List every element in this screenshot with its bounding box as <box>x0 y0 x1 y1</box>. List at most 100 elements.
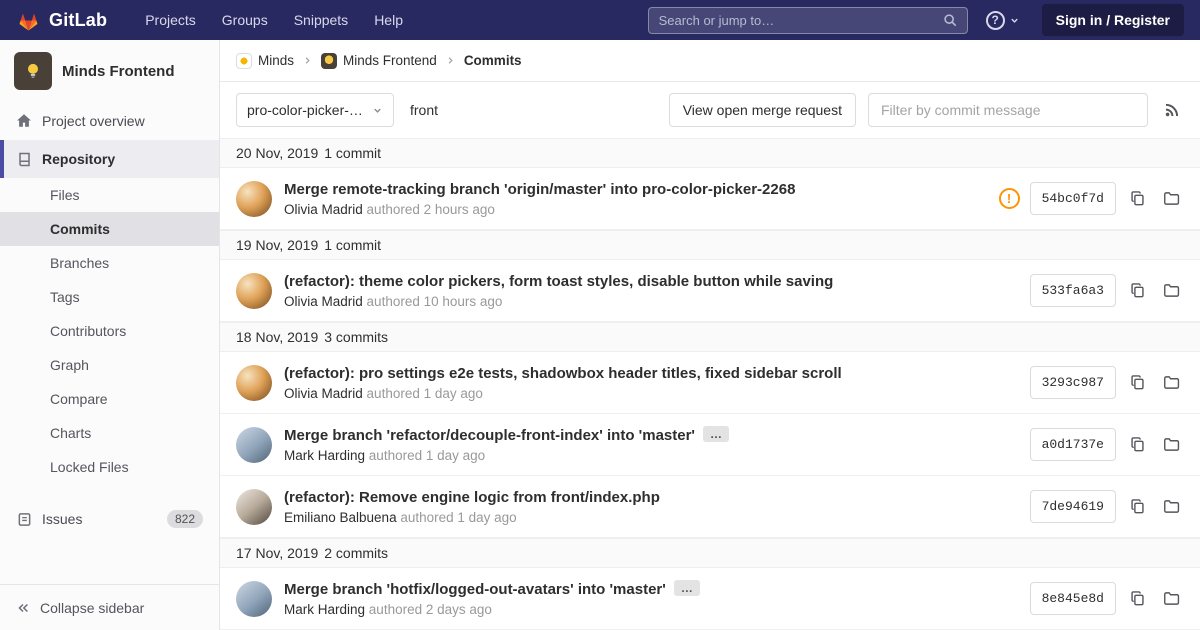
sidebar-item-files[interactable]: Files <box>0 178 219 212</box>
commit-title-link[interactable]: (refactor): Remove engine logic from fro… <box>284 489 660 506</box>
commit-author-link[interactable]: Mark Harding <box>284 602 365 617</box>
commit-count-label: 1 commit <box>324 145 382 161</box>
chevron-down-icon <box>372 105 383 116</box>
chevron-down-icon <box>1009 15 1020 26</box>
navbar-menu: Projects Groups Snippets Help <box>145 12 403 28</box>
commit-author-link[interactable]: Olivia Madrid <box>284 202 363 217</box>
commit-sha-link[interactable]: 533fa6a3 <box>1029 274 1116 307</box>
main-content: Minds Minds Frontend Commits pro-color-p… <box>220 40 1200 630</box>
sidebar-item-issues[interactable]: Issues 822 <box>0 500 219 538</box>
collapse-label: Collapse sidebar <box>40 599 145 616</box>
copy-sha-button[interactable] <box>1126 371 1149 394</box>
commit-info: (refactor): Remove engine logic from fro… <box>284 489 1018 525</box>
commit-list: 20 Nov, 2019 1 commit Merge remote-track… <box>220 138 1200 630</box>
nav-help[interactable]: Help <box>374 12 403 28</box>
user-avatar[interactable] <box>236 180 272 217</box>
sidebar-item-compare[interactable]: Compare <box>0 382 219 416</box>
gitlab-logo[interactable]: GitLab <box>16 8 107 32</box>
expand-commit-description-button[interactable]: … <box>703 426 729 442</box>
user-avatar[interactable] <box>236 580 272 617</box>
user-avatar[interactable] <box>236 272 272 309</box>
copy-sha-button[interactable] <box>1126 279 1149 302</box>
gitlab-commits-page: GitLab Projects Groups Snippets Help ? S… <box>0 0 1200 630</box>
commit-title-link[interactable]: Merge branch 'hotfix/logged-out-avatars'… <box>284 581 666 598</box>
browse-files-button[interactable] <box>1159 187 1184 210</box>
browse-files-button[interactable] <box>1159 587 1184 610</box>
sidebar-item-graph[interactable]: Graph <box>0 348 219 382</box>
user-avatar[interactable] <box>236 488 272 525</box>
browse-files-button[interactable] <box>1159 279 1184 302</box>
project-avatar-icon <box>321 52 338 69</box>
commit-count-label: 3 commits <box>324 329 389 345</box>
commit-title-link[interactable]: Merge branch 'refactor/decouple-front-in… <box>284 427 695 444</box>
subnav-label: Charts <box>50 425 92 441</box>
commit-author-link[interactable]: Mark Harding <box>284 448 365 463</box>
commit-authored-time: authored 1 day ago <box>400 509 517 525</box>
copy-sha-button[interactable] <box>1126 187 1149 210</box>
user-avatar[interactable] <box>236 364 272 401</box>
commit-sha-link[interactable]: 3293c987 <box>1029 366 1116 399</box>
global-search <box>647 6 968 34</box>
sign-in-register-button[interactable]: Sign in / Register <box>1041 4 1184 36</box>
commit-sha-link[interactable]: 54bc0f7d <box>1029 182 1116 215</box>
help-icon: ? <box>985 10 1005 30</box>
view-open-merge-request-button[interactable]: View open merge request <box>668 93 856 127</box>
sidebar-project-name: Minds Frontend <box>62 62 175 80</box>
commit-actions: 7de94619 <box>1029 490 1184 523</box>
sidebar-item-repository[interactable]: Repository <box>0 140 219 178</box>
breadcrumb-project[interactable]: Minds Frontend <box>321 52 437 69</box>
chevron-right-icon <box>445 55 456 66</box>
nav-projects[interactable]: Projects <box>145 12 196 28</box>
issues-icon <box>16 512 32 527</box>
repository-subnav: Files Commits Branches Tags Contributors… <box>0 178 219 484</box>
commit-author-link[interactable]: Olivia Madrid <box>284 294 363 309</box>
search-input[interactable] <box>658 12 943 28</box>
date-label: 17 Nov, 2019 <box>236 545 319 561</box>
nav-snippets[interactable]: Snippets <box>294 12 348 28</box>
commit-author-link[interactable]: Olivia Madrid <box>284 386 363 401</box>
branch-selector-value: pro-color-picker-… <box>247 102 363 118</box>
expand-commit-description-button[interactable]: … <box>673 580 700 596</box>
sidebar-item-branches[interactable]: Branches <box>0 246 219 280</box>
rss-feed-button[interactable] <box>1160 98 1184 122</box>
ci-status-warning-icon[interactable]: ! <box>998 188 1020 209</box>
commit-sha-link[interactable]: a0d1737e <box>1029 428 1116 461</box>
copy-sha-button[interactable] <box>1126 433 1149 456</box>
sidebar-item-commits[interactable]: Commits <box>0 212 219 246</box>
sidebar-item-project-overview[interactable]: Project overview <box>0 102 219 140</box>
commit-info: Merge branch 'hotfix/logged-out-avatars'… <box>284 580 1018 617</box>
commit-author-link[interactable]: Emiliano Balbuena <box>284 510 397 525</box>
user-avatar[interactable] <box>236 426 272 463</box>
sidebar-item-tags[interactable]: Tags <box>0 280 219 314</box>
search-icon <box>943 13 957 27</box>
commit-filter-input[interactable] <box>868 93 1148 127</box>
sidebar-project[interactable]: Minds Frontend <box>0 40 219 102</box>
branch-selector-dropdown[interactable]: pro-color-picker-… <box>236 93 394 127</box>
date-label: 18 Nov, 2019 <box>236 329 319 345</box>
commit-sha-link[interactable]: 7de94619 <box>1029 490 1116 523</box>
project-sidebar: Minds Frontend Project overview Reposito… <box>0 40 220 630</box>
sidebar-item-locked-files[interactable]: Locked Files <box>0 450 219 484</box>
sidebar-item-charts[interactable]: Charts <box>0 416 219 450</box>
subnav-label: Compare <box>50 391 108 407</box>
sidebar-item-contributors[interactable]: Contributors <box>0 314 219 348</box>
browse-files-button[interactable] <box>1159 433 1184 456</box>
commit-row: (refactor): theme color pickers, form to… <box>220 260 1200 322</box>
browse-files-button[interactable] <box>1159 371 1184 394</box>
ref-path-label: front <box>410 102 439 118</box>
commits-controls: pro-color-picker-… front View open merge… <box>220 82 1200 138</box>
copy-sha-button[interactable] <box>1126 495 1149 518</box>
commit-title-link[interactable]: (refactor): pro settings e2e tests, shad… <box>284 365 842 382</box>
nav-groups[interactable]: Groups <box>222 12 268 28</box>
copy-sha-button[interactable] <box>1126 587 1149 610</box>
help-menu[interactable]: ? <box>985 10 1020 30</box>
commit-sha-link[interactable]: 8e845e8d <box>1029 582 1116 615</box>
commit-title-link[interactable]: (refactor): theme color pickers, form to… <box>284 273 833 290</box>
collapse-sidebar-button[interactable]: Collapse sidebar <box>0 584 219 630</box>
controls-right: View open merge request <box>668 93 1184 127</box>
browse-files-button[interactable] <box>1159 495 1184 518</box>
commit-authored-time: authored 2 days ago <box>368 602 492 617</box>
breadcrumb-group[interactable]: Minds <box>236 52 294 69</box>
commit-title-link[interactable]: Merge remote-tracking branch 'origin/mas… <box>284 181 795 198</box>
issues-count-badge: 822 <box>166 510 203 528</box>
